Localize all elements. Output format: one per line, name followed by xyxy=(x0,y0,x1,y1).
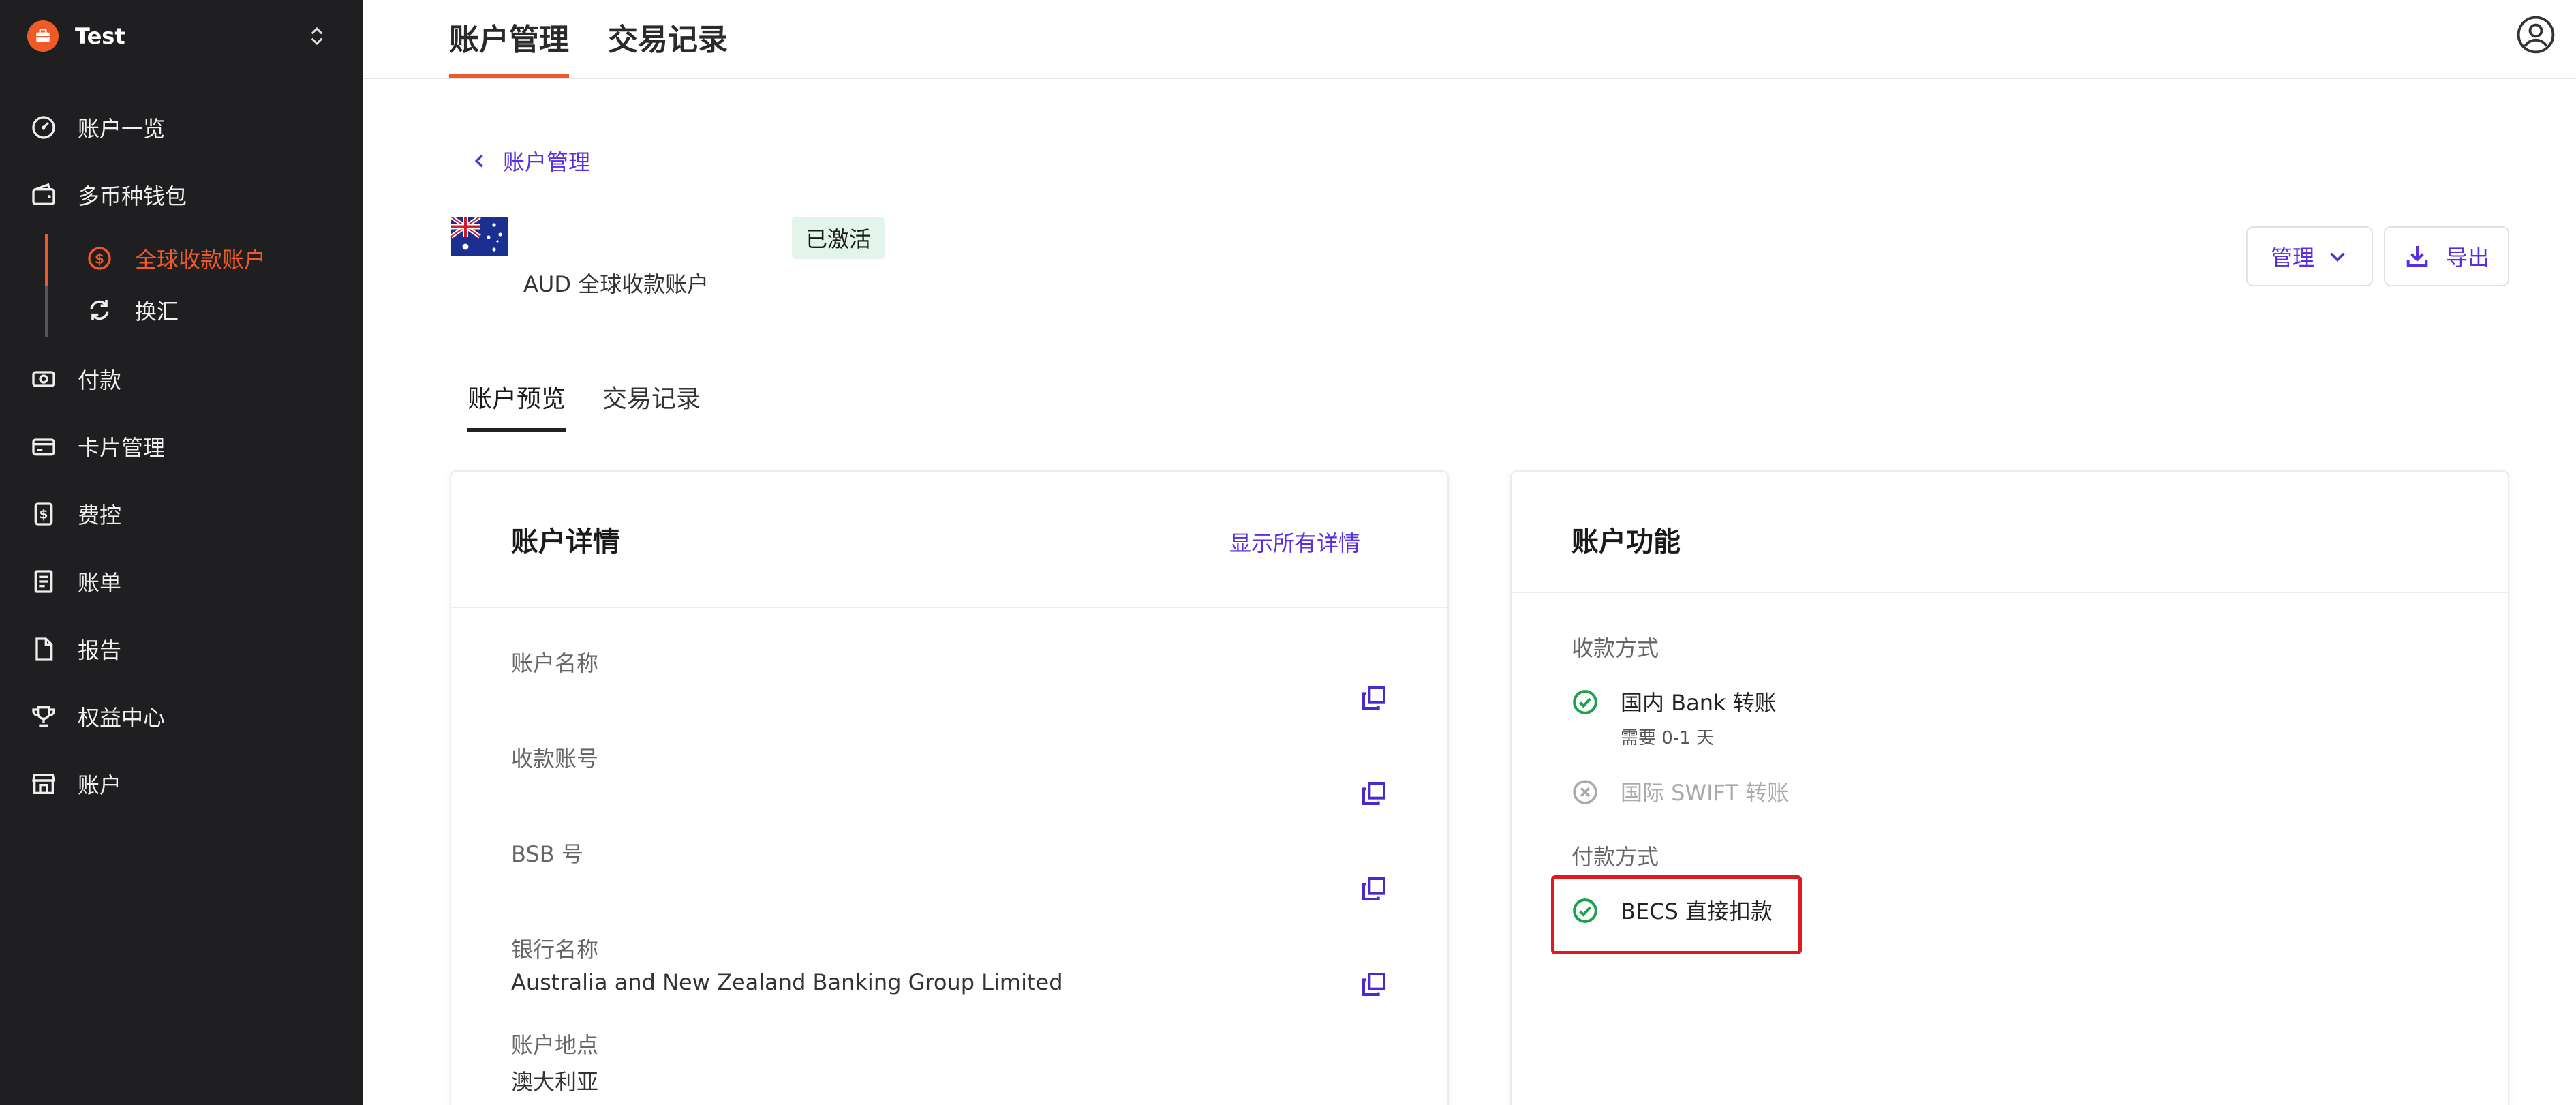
bill-icon xyxy=(34,570,53,593)
chevron-down-icon xyxy=(2330,252,2345,262)
field-label-account-number: 收款账号 xyxy=(511,746,599,772)
check-circle-icon xyxy=(1573,690,1597,714)
sidebar-item-payments[interactable]: 付款 xyxy=(30,359,343,399)
manage-button-label: 管理 xyxy=(2270,245,2314,271)
sidebar-item-label: 多币种钱包 xyxy=(78,183,187,209)
receive-method-domestic: 国内 Bank 转账 需要 0-1 天 xyxy=(1571,686,1777,749)
sidebar-item-reports[interactable]: 报告 xyxy=(30,629,343,669)
account-features-card: 账户功能 收款方式 国内 Bank 转账 需要 0-1 天 国际 SWIFT 转… xyxy=(1510,470,2509,1105)
workspace-name: Test xyxy=(75,23,125,49)
dollar-coin-icon: $ xyxy=(88,247,111,270)
sidebar-item-overview[interactable]: 账户一览 xyxy=(30,107,343,148)
tab-account-management[interactable]: 账户管理 xyxy=(449,15,569,78)
chevron-updown-icon xyxy=(311,27,323,46)
sidebar-item-benefits[interactable]: 权益中心 xyxy=(30,696,343,737)
tab-account-transactions[interactable]: 交易记录 xyxy=(602,379,701,414)
sidebar-subitem-label: 全球收款账户 xyxy=(135,247,266,273)
cash-icon xyxy=(32,371,55,387)
credit-card-icon xyxy=(32,438,55,456)
field-value-location: 澳大利亚 xyxy=(511,1069,599,1095)
sidebar-item-label: 付款 xyxy=(78,367,122,393)
sidebar-subitem-exchange[interactable]: 换汇 xyxy=(86,290,179,331)
svg-text:$: $ xyxy=(95,251,104,267)
tab-transactions[interactable]: 交易记录 xyxy=(608,15,728,59)
card-header: 账户详情 显示所有详情 xyxy=(451,472,1447,608)
submenu-active-indicator xyxy=(45,234,48,286)
svg-text:$: $ xyxy=(40,508,48,522)
copy-icon[interactable] xyxy=(1360,875,1387,903)
sidebar-item-label: 卡片管理 xyxy=(78,435,166,461)
sidebar-item-label: 账户一览 xyxy=(78,116,166,142)
field-value-bank-name: Australia and New Zealand Banking Group … xyxy=(511,969,1063,995)
workspace-switcher[interactable]: Test xyxy=(27,19,327,53)
field-label-account-name: 账户名称 xyxy=(511,650,599,676)
method-name: 国内 Bank 转账 xyxy=(1621,690,1777,716)
sidebar-item-wallet[interactable]: 多币种钱包 xyxy=(30,175,343,215)
x-circle-icon xyxy=(1573,780,1597,804)
field-label-bsb: BSB 号 xyxy=(511,841,583,867)
submenu-track xyxy=(45,234,48,337)
sidebar-item-bills[interactable]: 账单 xyxy=(30,561,343,602)
sidebar: Test 账户一览 多币种钱包 $ 全球收款账户 换汇 付款 卡片管理 $ 费控… xyxy=(0,0,363,1105)
account-details-card: 账户详情 显示所有详情 账户名称 收款账号 BSB 号 银行名称 Austral… xyxy=(450,470,1449,1105)
sidebar-item-account[interactable]: 账户 xyxy=(30,763,343,804)
top-header: 账户管理 交易记录 xyxy=(363,0,2576,79)
sidebar-item-label: 权益中心 xyxy=(78,705,166,731)
sidebar-item-label: 费控 xyxy=(78,502,122,528)
export-button[interactable]: 导出 xyxy=(2384,226,2509,286)
method-sub: 需要 0-1 天 xyxy=(1621,728,1714,748)
copy-icon[interactable] xyxy=(1360,971,1387,998)
download-icon xyxy=(2406,246,2428,267)
australia-flag-icon xyxy=(451,217,508,256)
sidebar-item-label: 报告 xyxy=(78,637,122,663)
dashboard-gauge-icon xyxy=(32,116,55,139)
back-link-label: 账户管理 xyxy=(503,149,591,175)
workspace-logo-icon xyxy=(27,20,59,52)
account-title: AUD 全球收款账户 xyxy=(523,271,709,297)
receive-method-swift: 国际 SWIFT 转账 xyxy=(1571,776,1789,807)
tab-account-preview[interactable]: 账户预览 xyxy=(467,379,566,432)
sidebar-item-label: 账单 xyxy=(78,570,122,596)
highlight-box xyxy=(1551,875,1802,954)
method-name: 国际 SWIFT 转账 xyxy=(1621,780,1790,806)
copy-icon[interactable] xyxy=(1360,684,1387,712)
wallet-icon xyxy=(32,183,55,205)
store-icon xyxy=(31,774,56,794)
card-title: 账户功能 xyxy=(1571,526,1681,558)
sidebar-item-cards[interactable]: 卡片管理 xyxy=(30,426,343,467)
field-label-location: 账户地点 xyxy=(511,1032,599,1058)
refresh-icon xyxy=(90,300,109,320)
pay-methods-label: 付款方式 xyxy=(1571,844,1659,870)
receive-methods-label: 收款方式 xyxy=(1571,635,1659,661)
back-link[interactable]: 账户管理 xyxy=(470,145,590,177)
chevron-left-icon xyxy=(474,154,483,168)
sidebar-item-label: 账户 xyxy=(78,772,122,798)
sidebar-subitem-global-accounts[interactable]: $ 全球收款账户 xyxy=(86,238,266,279)
trophy-icon xyxy=(32,706,55,727)
card-title: 账户详情 xyxy=(511,526,620,558)
field-label-bank-name: 银行名称 xyxy=(511,937,599,963)
status-badge: 已激活 xyxy=(792,217,885,259)
export-button-label: 导出 xyxy=(2445,245,2489,271)
card-header: 账户功能 xyxy=(1512,472,2508,593)
document-icon xyxy=(35,637,53,661)
copy-icon[interactable] xyxy=(1360,780,1387,807)
show-all-details-link[interactable]: 显示所有详情 xyxy=(1229,526,1360,558)
manage-dropdown-button[interactable]: 管理 xyxy=(2246,226,2373,286)
receipt-dollar-icon: $ xyxy=(34,502,53,526)
sidebar-subitem-label: 换汇 xyxy=(135,299,179,324)
user-avatar-icon[interactable] xyxy=(2516,15,2556,55)
sidebar-item-expense-control[interactable]: $ 费控 xyxy=(30,494,343,534)
